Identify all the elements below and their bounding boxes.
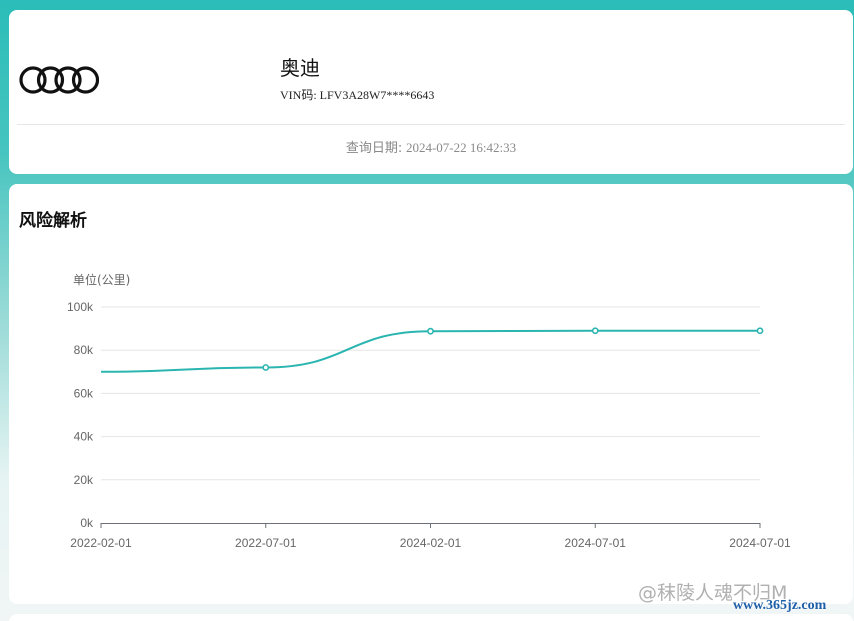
x-tick-label: 2022-07-01 (235, 536, 297, 550)
data-point (756, 327, 764, 335)
watermark-url: www.365jz.com (733, 598, 827, 613)
risk-analysis-card: 风险解析 单位(公里) 0k 20k 40k 60k 80k 100k 2022-02-01 2… (9, 184, 853, 604)
data-point (427, 327, 434, 335)
y-tick-label: 100k (67, 300, 94, 314)
next-card (9, 614, 853, 621)
mileage-chart: 单位(公里) 0k 20k 40k 60k 80k 100k 2022-02-01 2022-0… (67, 272, 791, 550)
x-tick-label: 2024-07-01 (729, 536, 791, 550)
y-tick-label: 0k (80, 516, 94, 530)
data-point (591, 327, 599, 335)
divider (17, 124, 845, 125)
query-date-label: 查询日期: (345, 141, 403, 156)
y-tick-label: 20k (74, 473, 94, 487)
data-point (262, 364, 270, 371)
query-date: 查询日期: 2024-07-22 16:42:33 (9, 137, 853, 156)
vin-label: VIN码: (280, 88, 317, 102)
vin-line: VIN码: LFV3A28W7****6643 (280, 86, 434, 103)
vehicle-brand: 奥迪 (280, 56, 320, 80)
series-line (100, 329, 760, 373)
y-tick-label: 40k (74, 430, 94, 444)
query-date-value: 2024-07-22 16:42:33 (405, 140, 517, 155)
vehicle-info-card: 奥迪 VIN码: LFV3A28W7****6643 查询日期: 2024-07… (9, 10, 853, 174)
y-tick-label: 80k (74, 343, 94, 357)
x-tick-label: 2024-02-01 (400, 536, 462, 550)
x-tick-label: 2024-07-01 (565, 536, 627, 550)
y-tick-label: 60k (74, 386, 94, 400)
y-axis-label: 单位(公里) (73, 272, 130, 287)
vin-value: LFV3A28W7****6643 (319, 88, 435, 102)
x-tick-label: 2022-02-01 (70, 536, 132, 550)
audi-rings-icon (19, 66, 99, 94)
